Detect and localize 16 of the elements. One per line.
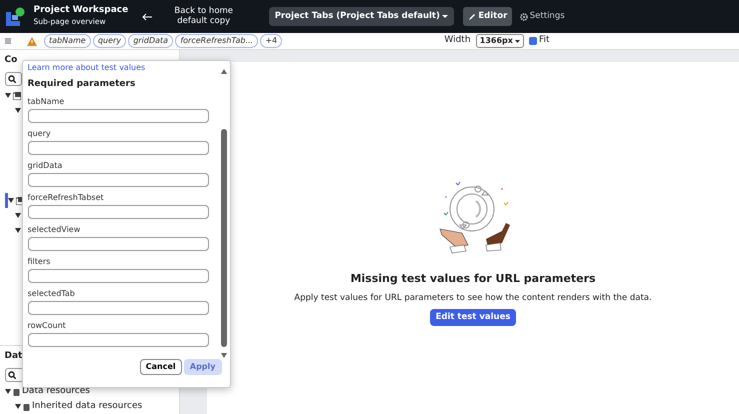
field-label: selectedView	[28, 225, 82, 235]
field-label: tabName	[28, 97, 66, 107]
empty-state-title: Missing test values for URL parameters	[350, 270, 596, 286]
field-label: query	[28, 129, 52, 139]
empty-state-text: Apply test values for URL parameters to see how the content renders with the data.	[294, 292, 652, 304]
field-label: gridData	[28, 161, 64, 171]
fit-label: Fit	[538, 34, 550, 48]
popover-heading: Required parameters	[28, 78, 136, 90]
field-label: selectedTab	[28, 289, 76, 299]
field-label: filters	[28, 257, 52, 267]
app-title: Project Workspace	[34, 6, 128, 16]
width-label: Width	[444, 34, 471, 48]
section-heading: Co	[4, 54, 18, 67]
field-label: rowCount	[28, 321, 67, 331]
section-heading: Dat	[4, 350, 22, 363]
field-label: forceRefreshTabset	[28, 193, 105, 203]
